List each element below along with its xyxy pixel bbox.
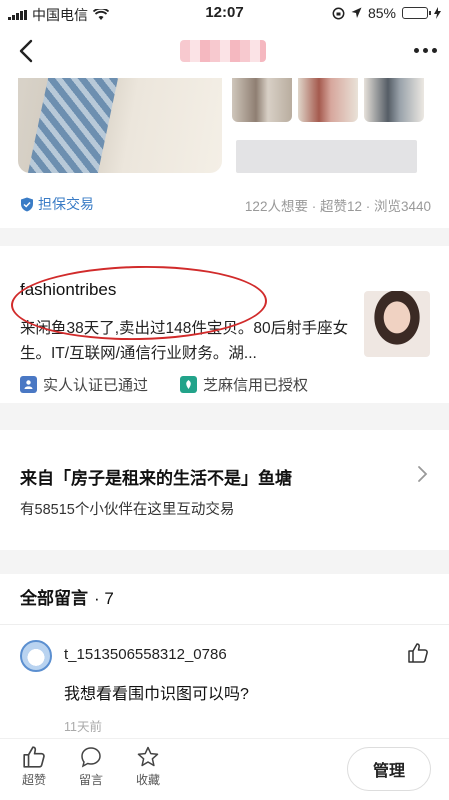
seller-avatar[interactable] <box>364 291 430 357</box>
favorite-label: 收藏 <box>135 773 160 787</box>
star-icon <box>137 746 159 767</box>
product-detail-image[interactable] <box>236 140 417 173</box>
battery-percent: 85% <box>367 5 396 21</box>
status-right: 85% <box>332 5 441 21</box>
product-thumbnail[interactable] <box>364 78 424 122</box>
message-label: 留言 <box>78 773 103 787</box>
id-card-icon <box>20 376 37 393</box>
pond-subtitle: 有58515个小伙伴在这里互动交易 <box>20 502 235 518</box>
battery-icon <box>402 7 431 19</box>
bottom-bar: 超赞 留言 收藏 管理 <box>0 738 449 800</box>
verified-badge[interactable]: 实人认证已通过 <box>20 374 148 395</box>
product-thumbnail[interactable] <box>232 78 292 122</box>
commenter-avatar[interactable] <box>20 640 52 672</box>
status-bar: 中国电信 12:07 85% <box>0 0 449 26</box>
product-main-image[interactable] <box>18 78 222 173</box>
comment-text[interactable]: 我想看看围巾识图可以吗? <box>64 680 249 704</box>
more-icon[interactable] <box>414 48 437 53</box>
divider <box>0 624 449 625</box>
like-label: 超赞 <box>21 773 46 787</box>
charging-icon <box>434 7 441 19</box>
location-icon <box>351 7 362 18</box>
credit-badge[interactable]: 芝麻信用已授权 <box>180 374 308 395</box>
comments-header: 全部留言 · 7 <box>20 584 114 609</box>
pond-card[interactable]: 来自「房子是租来的生活不是」鱼塘 有58515个小伙伴在这里互动交易 <box>0 430 449 550</box>
product-thumbnail[interactable] <box>298 78 358 122</box>
message-button[interactable]: 留言 <box>71 745 111 788</box>
nav-bar <box>0 26 449 78</box>
pond-title: 来自「房子是租来的生活不是」鱼塘 <box>20 469 292 488</box>
shield-icon <box>21 197 33 211</box>
product-stats: 122人想要 · 超赞12 · 浏览3440 <box>244 199 431 214</box>
rotation-lock-icon <box>332 7 345 19</box>
credit-label: 芝麻信用已授权 <box>203 377 309 394</box>
chat-bubble-icon <box>81 747 101 768</box>
thumbs-up-icon[interactable] <box>407 642 429 664</box>
verified-label: 实人认证已通过 <box>43 377 149 394</box>
thumbs-up-icon <box>23 746 45 768</box>
comment-time: 11天前 <box>64 720 102 734</box>
guarantee-label: 担保交易 <box>38 196 94 212</box>
commenter-name[interactable]: t_1513506558312_0786 <box>64 646 227 663</box>
comments-header-label: 全部留言 <box>20 589 88 608</box>
sesame-credit-icon <box>180 376 197 393</box>
chevron-right-icon <box>418 466 428 482</box>
like-button[interactable]: 超赞 <box>14 745 54 788</box>
back-icon[interactable] <box>12 36 42 66</box>
comments-count: · 7 <box>94 589 114 608</box>
nav-title-blurred <box>180 40 266 62</box>
product-card: 担保交易 122人想要 · 超赞12 · 浏览3440 <box>0 78 449 228</box>
guarantee-badge[interactable]: 担保交易 <box>20 194 94 214</box>
favorite-button[interactable]: 收藏 <box>128 745 168 788</box>
manage-button[interactable]: 管理 <box>347 747 431 791</box>
seller-card[interactable]: fashiontribes 来闲鱼38天了,卖出过148件宝贝。80后射手座女生… <box>0 246 449 403</box>
